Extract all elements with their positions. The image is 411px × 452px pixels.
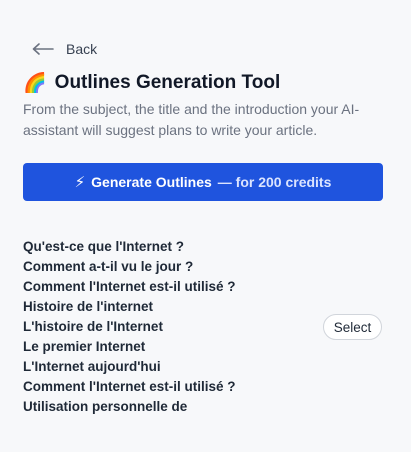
page-header: 🌈 Outlines Generation Tool xyxy=(23,72,280,94)
outline-item: L'histoire de l'Internet xyxy=(23,319,163,334)
outline-item: Histoire de l'internet xyxy=(23,299,153,314)
select-outline-button[interactable]: Select xyxy=(323,314,382,340)
generate-button-label: Generate Outlines xyxy=(91,174,212,190)
back-label: Back xyxy=(66,41,98,57)
outline-item: Comment a-t-il vu le jour ? xyxy=(23,259,194,274)
outline-item: L'Internet aujourd'hui xyxy=(23,359,161,374)
rainbow-icon: 🌈 xyxy=(23,72,47,94)
outline-item: Comment l'Internet est-il utilisé ? xyxy=(23,279,236,294)
page-title: Outlines Generation Tool xyxy=(54,72,281,93)
outline-item: Le premier Internet xyxy=(23,339,146,354)
outline-item: Comment l'Internet est-il utilisé ? xyxy=(23,379,236,394)
generate-button-credits: — for 200 credits xyxy=(217,174,332,190)
page-description: From the subject, the title and the intr… xyxy=(23,101,360,138)
outlines-tool-panel: Back 🌈 Outlines Generation Tool From the… xyxy=(0,0,411,452)
generate-outlines-button[interactable]: ⚡ Generate Outlines — for 200 credits xyxy=(23,163,383,201)
outline-list: Qu'est-ce que l'Internet ? Comment a-t-i… xyxy=(23,237,283,417)
lightning-icon: ⚡ xyxy=(74,174,86,191)
outline-item: Utilisation personnelle de xyxy=(23,399,188,414)
back-link[interactable]: Back xyxy=(32,41,97,57)
arrow-left-icon xyxy=(32,43,54,55)
outline-item: Qu'est-ce que l'Internet ? xyxy=(23,239,184,254)
